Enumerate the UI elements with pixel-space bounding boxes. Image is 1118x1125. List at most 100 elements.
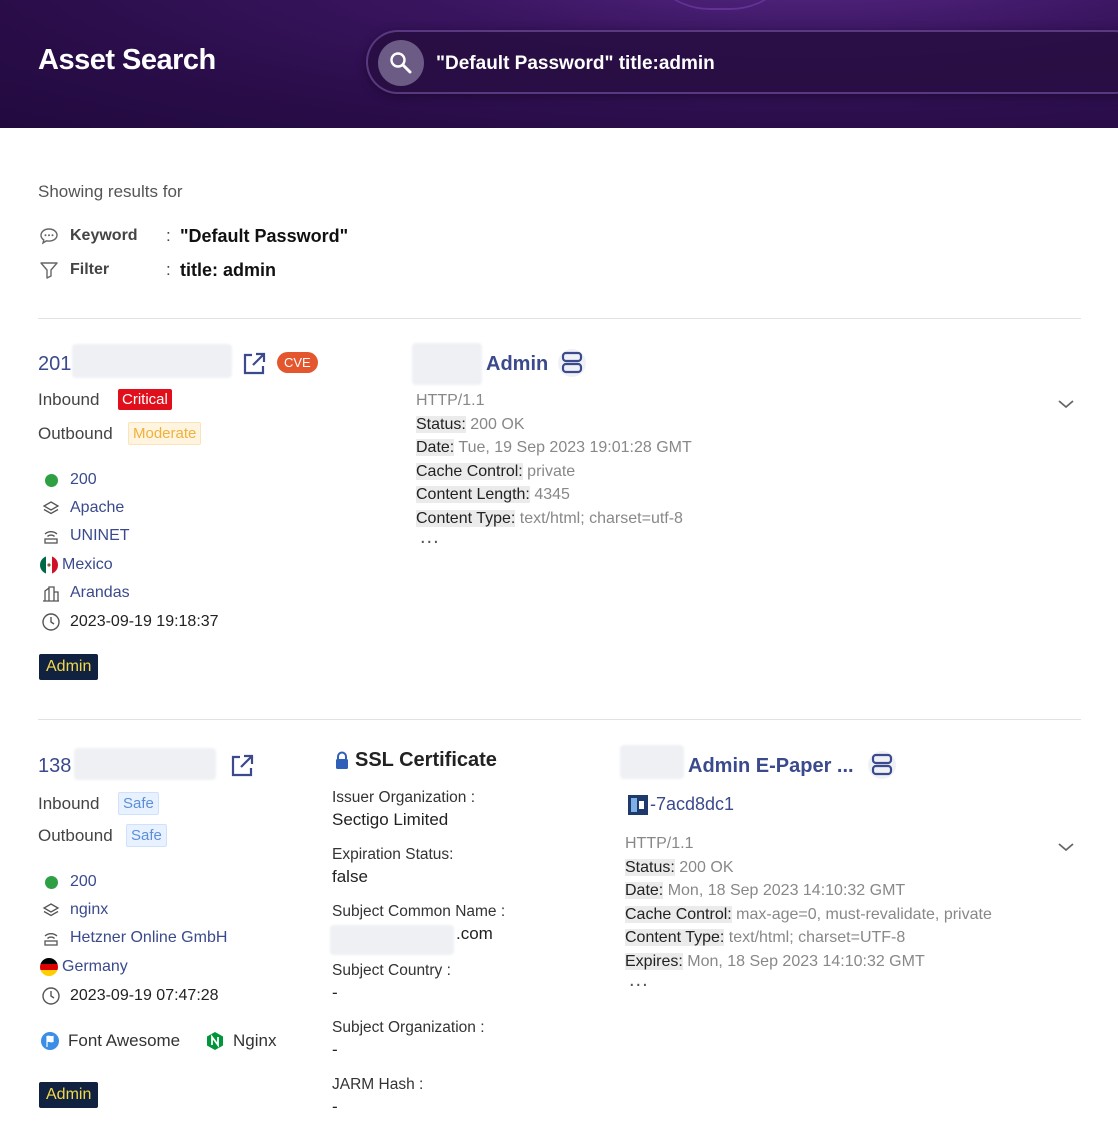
ssl-expiration-label: Expiration Status: xyxy=(332,846,454,863)
font-awesome-icon xyxy=(41,1032,59,1050)
city-value[interactable]: Arandas xyxy=(70,584,130,602)
status-dot-icon xyxy=(44,875,58,889)
ssl-issuer-label: Issuer Organization : xyxy=(332,789,476,806)
redacted-ip xyxy=(74,748,216,780)
isp-value[interactable]: UNINET xyxy=(70,527,130,545)
http-header-line: Cache Control: private xyxy=(416,462,576,480)
redacted-ip xyxy=(72,344,232,378)
status-code: 200 xyxy=(70,873,97,890)
outbound-label: Outbound xyxy=(38,423,113,443)
http-header-line: Content Type: text/html; charset=utf-8 xyxy=(416,509,683,527)
layers-icon xyxy=(40,498,62,518)
result-ip[interactable]: 201 xyxy=(38,353,71,376)
more-ellipsis[interactable]: ... xyxy=(625,970,992,990)
clock-icon xyxy=(40,612,62,632)
ssl-country-label: Subject Country : xyxy=(332,962,451,979)
chevron-down-icon[interactable] xyxy=(1057,841,1075,853)
outbound-label: Outbound xyxy=(38,825,113,845)
country-row: Germany xyxy=(38,957,128,977)
ssl-issuer-value: Sectigo Limited xyxy=(332,810,449,829)
redacted-favicon xyxy=(620,745,684,779)
favicon-icon xyxy=(628,794,648,815)
filter-criterion: Filter : title: admin xyxy=(38,259,276,281)
http-protocol: HTTP/1.1 xyxy=(416,392,485,409)
mexico-flag-icon xyxy=(38,555,60,575)
http-header-line: Date: Tue, 19 Sep 2023 19:01:28 GMT xyxy=(416,439,692,456)
keyword-value: "Default Password" xyxy=(180,225,349,246)
favicon-hash[interactable]: -7acd8dc1 xyxy=(628,794,734,815)
status-dot-icon xyxy=(44,473,58,487)
search-bar[interactable]: "Default Password" title:admin xyxy=(366,30,1118,94)
buildings-icon xyxy=(40,583,62,603)
timestamp-row: 2023-09-19 07:47:28 xyxy=(40,986,219,1006)
ssl-jarm-label: JARM Hash : xyxy=(332,1076,424,1093)
http-protocol: HTTP/1.1 xyxy=(625,835,694,852)
server-icon[interactable] xyxy=(868,751,896,779)
result-ip[interactable]: 138 xyxy=(38,755,71,778)
isp-value[interactable]: Hetzner Online GmbH xyxy=(70,929,227,947)
keyword-label: Keyword xyxy=(70,227,138,244)
filter-value: title: admin xyxy=(180,259,277,280)
top-header: Asset Search "Default Password" title:ad… xyxy=(0,0,1118,128)
server-icon[interactable] xyxy=(558,349,586,377)
http-header-line: Status: 200 OK xyxy=(625,858,734,876)
more-ellipsis[interactable]: ... xyxy=(416,527,692,547)
timestamp-row: 2023-09-19 19:18:37 xyxy=(40,612,219,632)
router-icon xyxy=(40,928,62,948)
http-header-line: Content Type: text/html; charset=UTF-8 xyxy=(625,929,906,946)
http-header-line: Cache Control: max-age=0, must-revalidat… xyxy=(625,905,992,923)
timestamp-value: 2023-09-19 19:18:37 xyxy=(70,613,219,630)
filter-colon: : xyxy=(166,260,171,279)
service-title[interactable]: Admin xyxy=(486,353,548,376)
divider xyxy=(38,719,1081,720)
ssl-expiration-value: false xyxy=(332,867,368,886)
ssl-expiration: Expiration Status: false xyxy=(332,846,453,887)
http-header-line: Status: 200 OK xyxy=(416,415,525,433)
ssl-organization: Subject Organization : - xyxy=(332,1019,485,1060)
tag-admin[interactable]: Admin xyxy=(39,654,99,680)
ssl-country: Subject Country : - xyxy=(332,962,451,1003)
ssl-title-text: SSL Certificate xyxy=(355,749,497,771)
nginx-icon xyxy=(207,1032,223,1050)
germany-flag-icon xyxy=(38,957,60,977)
inbound-label: Inbound xyxy=(38,389,100,409)
server-value[interactable]: nginx xyxy=(70,901,108,919)
ssl-jarm-value: - xyxy=(332,1097,338,1116)
external-link-icon[interactable] xyxy=(240,350,268,378)
layers-icon xyxy=(40,900,62,920)
server-value[interactable]: Apache xyxy=(70,499,124,517)
showing-results-label: Showing results for xyxy=(38,182,183,201)
country-value[interactable]: Mexico xyxy=(62,556,113,574)
country-value[interactable]: Germany xyxy=(62,958,128,976)
search-query[interactable]: "Default Password" title:admin xyxy=(436,53,715,75)
http-response-1: HTTP/1.1 Status: 200 OK Date: Tue, 19 Se… xyxy=(416,389,692,547)
risk-badge-moderate: Moderate xyxy=(128,422,202,445)
keyword-colon: : xyxy=(166,226,171,245)
country-row: Mexico xyxy=(38,555,113,575)
divider xyxy=(38,318,1081,319)
server-row: Apache xyxy=(40,498,124,518)
service-title[interactable]: Admin E-Paper ... xyxy=(688,755,854,778)
router-icon xyxy=(40,526,62,546)
tech-nginx[interactable]: Nginx xyxy=(205,1031,276,1051)
chevron-down-icon[interactable] xyxy=(1057,398,1075,410)
http-header-line: Content Length: 4345 xyxy=(416,486,570,503)
redacted-common-name xyxy=(330,925,454,955)
tech-font-awesome[interactable]: Font Awesome xyxy=(40,1031,180,1051)
ssl-country-value: - xyxy=(332,983,338,1002)
status-row: 200 xyxy=(40,470,97,490)
risk-badge-safe: Safe xyxy=(126,824,167,847)
redacted-favicon xyxy=(412,343,482,385)
tag-admin[interactable]: Admin xyxy=(39,1082,99,1108)
outbound-risk-row: Outbound Moderate xyxy=(38,422,202,445)
favicon-hash-value: -7acd8dc1 xyxy=(650,794,735,814)
outbound-risk-row: Outbound Safe xyxy=(38,824,167,847)
ssl-org-label: Subject Organization : xyxy=(332,1019,485,1036)
search-button[interactable] xyxy=(378,40,424,86)
external-link-icon[interactable] xyxy=(228,752,256,780)
tech-label: Font Awesome xyxy=(68,1031,181,1050)
lock-icon xyxy=(336,751,348,769)
status-row: 200 xyxy=(40,872,97,892)
cve-badge[interactable]: CVE xyxy=(277,352,318,373)
status-code: 200 xyxy=(70,471,97,488)
